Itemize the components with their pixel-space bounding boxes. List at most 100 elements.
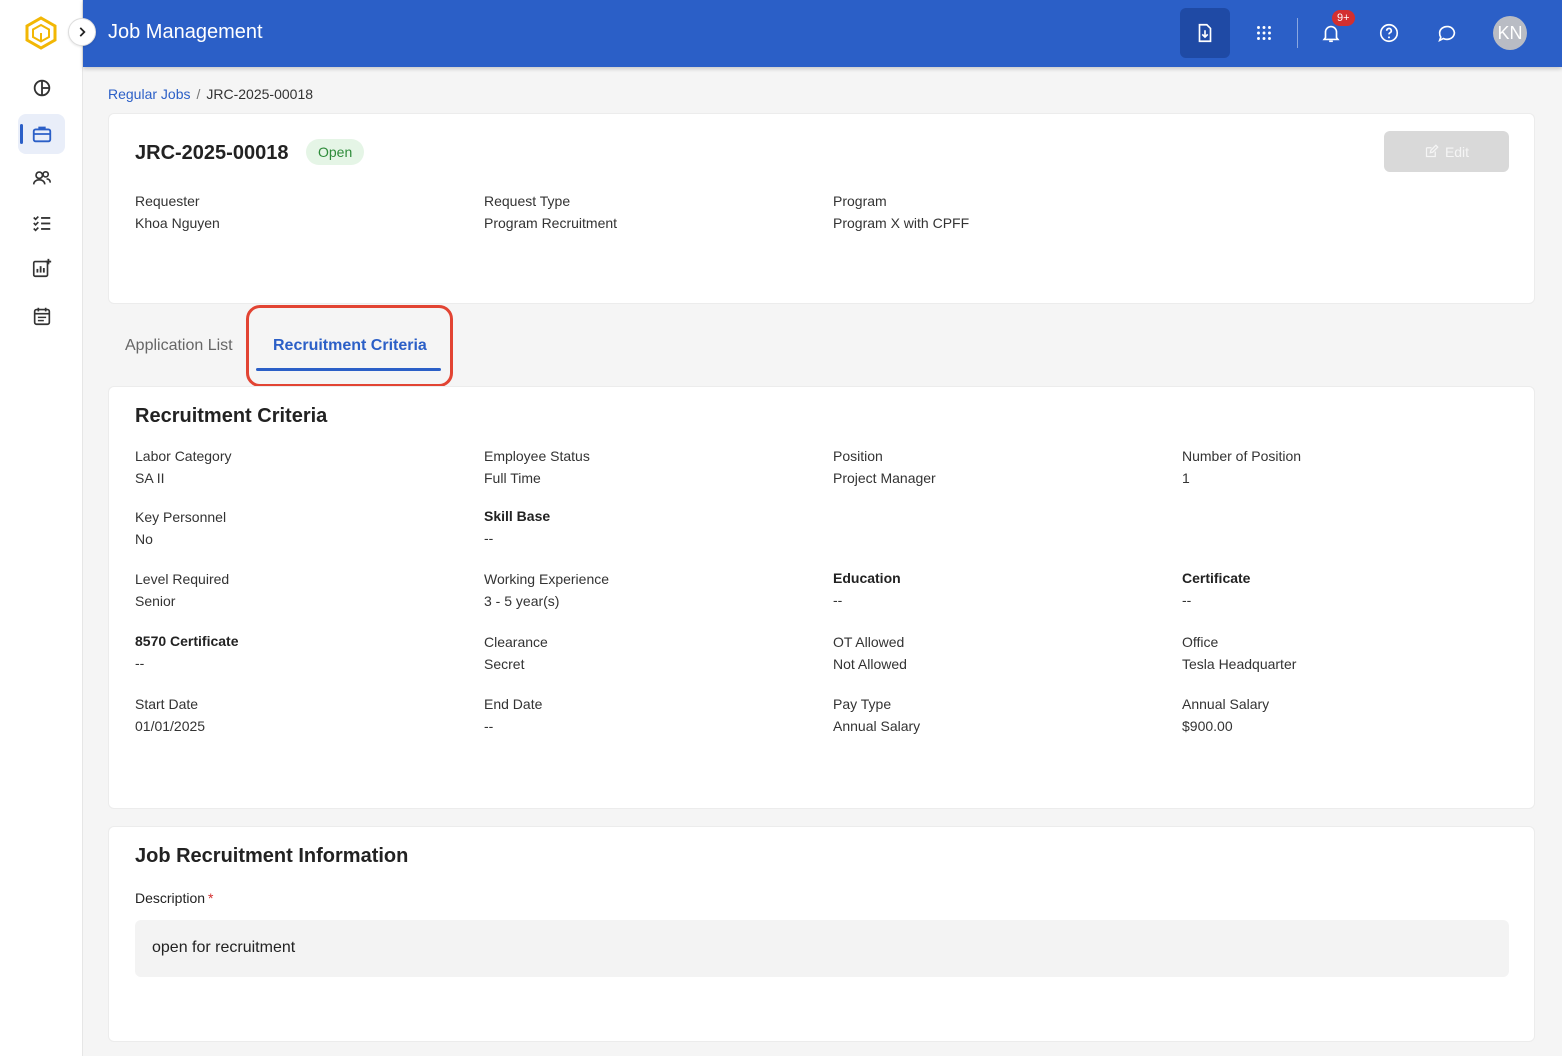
file-download-icon <box>1198 23 1212 43</box>
field-value: Annual Salary <box>833 718 921 734</box>
field-label: Skill Base <box>484 508 551 524</box>
section-title: Recruitment Criteria <box>135 405 328 427</box>
job-id-title: JRC-2025-00018 <box>135 142 289 164</box>
field-value: Full Time <box>484 470 541 486</box>
chevron-right-icon <box>79 27 86 37</box>
description-label: Description * <box>135 890 213 906</box>
field-label: Number of Position <box>1182 448 1302 464</box>
skill-base-field: Skill Base -- <box>484 508 550 546</box>
people-icon[interactable] <box>18 158 65 198</box>
field-label: Annual Salary <box>1182 696 1270 712</box>
field-value: -- <box>484 530 494 546</box>
field-label: Education <box>833 570 901 586</box>
required-asterisk: * <box>208 890 214 906</box>
dashboard-icon[interactable] <box>18 68 65 108</box>
field-label: Working Experience <box>484 571 610 587</box>
field-label: OT Allowed <box>833 634 905 650</box>
field-value: -- <box>833 592 843 608</box>
breadcrumb-regular-jobs-link[interactable]: Regular Jobs <box>108 86 191 102</box>
field-value: Not Allowed <box>833 656 907 672</box>
program-field: Program Program X with CPFF <box>833 193 969 231</box>
field-value: Tesla Headquarter <box>1182 656 1297 672</box>
field-label: Office <box>1182 634 1219 650</box>
field-value: -- <box>1182 592 1192 608</box>
breadcrumb: Regular Jobs / JRC-2025-00018 <box>108 86 313 102</box>
app-logo-icon[interactable] <box>24 16 58 50</box>
apps-grid-button[interactable] <box>1243 12 1285 54</box>
field-value: Project Manager <box>833 470 936 486</box>
start-date-field: Start Date 01/01/2025 <box>135 696 205 734</box>
field-label: Labor Category <box>135 448 232 464</box>
help-icon <box>1379 23 1399 43</box>
report-add-icon[interactable] <box>18 248 65 288</box>
field-label: 8570 Certificate <box>135 633 239 649</box>
top-bar: Job Management 9+ KN <box>83 0 1562 67</box>
level-required-field: Level Required Senior <box>135 571 229 609</box>
edit-label: Edit <box>1444 143 1470 160</box>
employee-status-field: Employee Status Full Time <box>484 448 590 486</box>
notifications-button[interactable]: 9+ <box>1310 10 1355 54</box>
certificate-field: Certificate -- <box>1182 570 1250 608</box>
help-button[interactable] <box>1368 12 1410 54</box>
chat-button[interactable] <box>1426 12 1468 54</box>
field-label: Start Date <box>135 696 199 712</box>
working-experience-field: Working Experience 3 - 5 year(s) <box>484 571 609 609</box>
field-value: 1 <box>1182 470 1190 486</box>
expand-sidebar-button[interactable] <box>68 18 96 46</box>
tab-application-list[interactable]: Application List <box>125 337 233 355</box>
number-of-position-field: Number of Position 1 <box>1182 448 1301 486</box>
checklist-icon[interactable] <box>18 203 65 243</box>
field-label: Level Required <box>135 571 230 587</box>
section-title: Job Recruitment Information <box>135 845 409 867</box>
recruitment-criteria-card: Recruitment Criteria Labor Category SA I… <box>108 386 1535 809</box>
ot-allowed-field: OT Allowed Not Allowed <box>833 634 907 672</box>
field-value: Program Recruitment <box>484 215 618 231</box>
field-label: Clearance <box>484 634 548 650</box>
clearance-field: Clearance Secret <box>484 634 548 672</box>
field-label: Position <box>833 448 883 464</box>
key-personnel-field: Key Personnel No <box>135 509 226 547</box>
field-value: -- <box>135 655 145 671</box>
notification-badge: 9+ <box>1332 10 1355 26</box>
field-label: Request Type <box>484 193 571 209</box>
request-type-field: Request Type Program Recruitment <box>484 193 617 231</box>
requester-field: Requester Khoa Nguyen <box>135 193 220 231</box>
field-label: Key Personnel <box>135 509 227 525</box>
status-badge: Open <box>306 139 365 165</box>
side-nav <box>0 0 83 1056</box>
highlight-annotation <box>246 305 453 387</box>
field-label: Employee Status <box>484 448 590 464</box>
calendar-icon[interactable] <box>18 296 65 336</box>
description-field[interactable]: open for recruitment <box>135 920 1509 977</box>
certificate-8570-field: 8570 Certificate -- <box>135 633 239 671</box>
field-label: Requester <box>135 193 200 209</box>
app-title: Job Management <box>108 21 263 43</box>
job-summary-card: JRC-2025-00018 Open Edit Requester Khoa … <box>108 113 1535 304</box>
chat-icon <box>1438 25 1456 42</box>
field-label: End Date <box>484 696 543 712</box>
breadcrumb-separator: / <box>196 86 201 102</box>
field-value: 3 - 5 year(s) <box>484 593 560 609</box>
description-label-text: Description <box>135 890 206 906</box>
edit-button[interactable]: Edit <box>1384 131 1509 172</box>
field-value: Secret <box>484 656 525 672</box>
user-avatar[interactable]: KN <box>1493 16 1527 50</box>
field-value: No <box>135 531 153 547</box>
field-value: Program X with CPFF <box>833 215 970 231</box>
jobs-briefcase-icon[interactable] <box>18 114 65 154</box>
field-label: Pay Type <box>833 696 892 712</box>
breadcrumb-current: JRC-2025-00018 <box>206 86 314 102</box>
field-value: Senior <box>135 593 176 609</box>
field-label: Program <box>833 193 887 209</box>
field-value: SA II <box>135 470 165 486</box>
edit-icon <box>1425 144 1439 158</box>
field-value: -- <box>484 718 494 734</box>
field-label: Certificate <box>1182 570 1251 586</box>
position-field: Position Project Manager <box>833 448 936 486</box>
education-field: Education -- <box>833 570 901 608</box>
job-recruitment-info-card: Job Recruitment Information Description *… <box>108 826 1535 1042</box>
topbar-divider <box>1297 18 1298 48</box>
download-button[interactable] <box>1180 8 1230 58</box>
end-date-field: End Date -- <box>484 696 542 734</box>
office-field: Office Tesla Headquarter <box>1182 634 1296 672</box>
